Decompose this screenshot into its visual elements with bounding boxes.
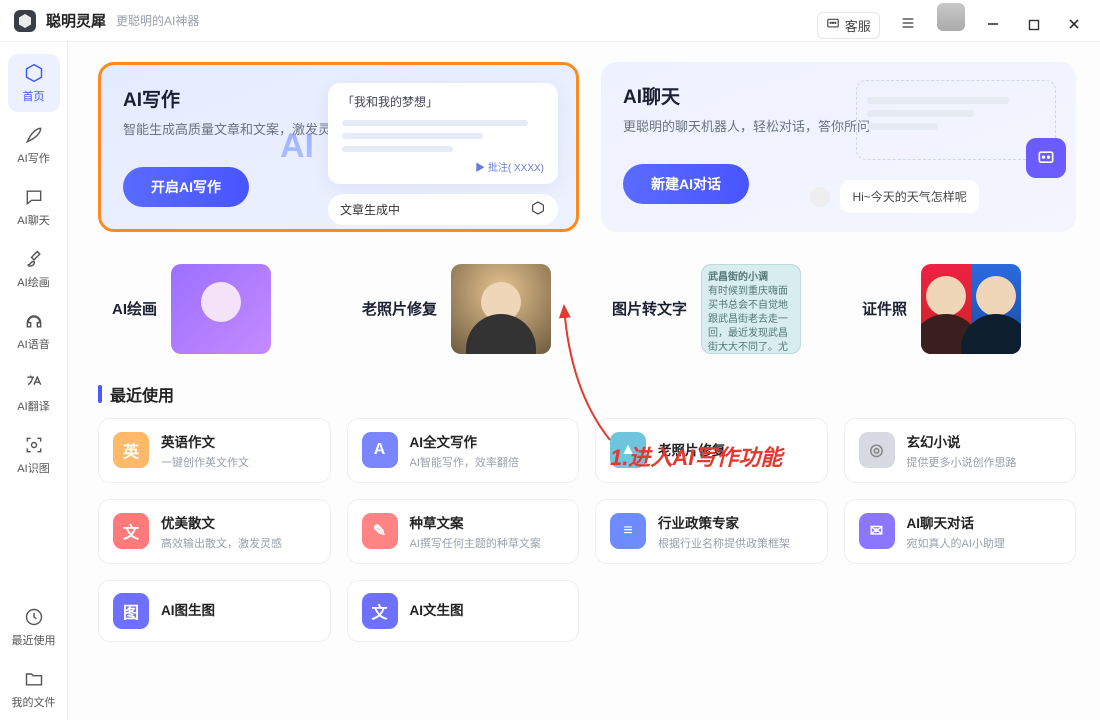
idphoto-thumbnail — [921, 264, 1021, 354]
menu-button[interactable] — [896, 11, 920, 35]
preview-note: ▶ 批注( XXXX) — [342, 159, 544, 174]
policy-expert-icon: ≡ — [610, 513, 646, 549]
sidebar: 首页 AI写作 AI聊天 AI绘画 AI语音 AI翻译 AI识图 最近使用 我的… — [0, 42, 68, 720]
chat-user-bubble: Hi~今天的天气怎样呢 — [840, 180, 978, 213]
sidebar-item-label: AI绘画 — [17, 274, 49, 290]
app-tagline: 更聪明的AI神器 — [116, 12, 199, 29]
sidebar-item-label: AI写作 — [17, 150, 49, 166]
fantasy-novel-icon: ◎ — [859, 432, 895, 468]
generation-status: 文章生成中 — [328, 194, 558, 225]
preview-doc-title: 「我和我的梦想」 — [342, 93, 544, 110]
user-avatar[interactable] — [937, 3, 965, 31]
tool-title: 证件照 — [862, 298, 907, 319]
tool-idphoto-card[interactable]: 证件照 — [848, 250, 1076, 368]
photo-thumbnail — [451, 264, 551, 354]
app-name: 聪明灵犀 — [46, 10, 106, 31]
sidebar-item-ocr[interactable]: AI识图 — [8, 426, 60, 484]
hex-icon — [530, 200, 546, 219]
sidebar-item-label: 首页 — [23, 88, 45, 104]
ai-watermark: AI — [280, 127, 314, 166]
photo-restore-icon: ▲ — [610, 432, 646, 468]
home-icon — [23, 62, 45, 84]
recent-heading: 最近使用 — [98, 382, 1076, 406]
sidebar-item-label: AI翻译 — [17, 398, 49, 414]
recent-item[interactable]: 图AI图生图 — [98, 580, 331, 642]
sidebar-item-label: 最近使用 — [12, 632, 56, 648]
tool-title: 老照片修复 — [362, 298, 437, 319]
clock-icon — [23, 606, 45, 628]
sidebar-item-label: AI聊天 — [17, 212, 49, 228]
grass-copy-icon: ✎ — [362, 513, 398, 549]
chat-preview: Hi~今天的天气怎样呢 你好呀，今天天气晴朗… — [810, 76, 1060, 232]
ocr-thumbnail: 武昌街的小调 有时候到重庆嗨面买书总会不自觉地跟武昌街老去走一回，最近发现武昌街… — [701, 264, 801, 354]
write-preview: AI 「我和我的梦想」 ▶ 批注( XXXX) 文章生成中 — [328, 83, 558, 209]
translate-icon — [23, 372, 45, 394]
recent-item[interactable]: AAI全文写作AI智能写作，效率翻倍 — [347, 418, 580, 483]
minimize-button[interactable] — [981, 12, 1005, 36]
recent-item[interactable]: 文AI文生图 — [347, 580, 580, 642]
user-mini-avatar — [810, 187, 830, 207]
recent-item[interactable]: 英英语作文一键创作英文作文 — [98, 418, 331, 483]
txt2img-icon: 文 — [362, 593, 398, 629]
main-content: AI写作 智能生成高质量文章和文案，激发灵感，效率飙升~ 开启AI写作 AI 「… — [68, 42, 1100, 720]
sidebar-item-label: AI语音 — [17, 336, 49, 352]
tool-title: AI绘画 — [112, 298, 157, 319]
sidebar-item-recent[interactable]: 最近使用 — [8, 598, 60, 656]
recent-item[interactable]: 文优美散文高效输出散文，激发灵感 — [98, 499, 331, 564]
feather-icon — [23, 124, 45, 146]
close-button[interactable] — [1062, 12, 1086, 36]
tool-restore-card[interactable]: 老照片修复 — [348, 250, 576, 368]
prose-icon: 文 — [113, 513, 149, 549]
drawing-thumbnail — [171, 264, 271, 354]
chat-icon — [826, 17, 840, 34]
sidebar-item-label: 我的文件 — [12, 694, 56, 710]
folder-icon — [23, 668, 45, 690]
sidebar-item-voice[interactable]: AI语音 — [8, 302, 60, 360]
english-essay-icon: 英 — [113, 432, 149, 468]
sidebar-item-draw[interactable]: AI绘画 — [8, 240, 60, 298]
scan-icon — [23, 434, 45, 456]
sidebar-item-label: AI识图 — [17, 460, 49, 476]
tool-ocr-card[interactable]: 图片转文字 武昌街的小调 有时候到重庆嗨面买书总会不自觉地跟武昌街老去走一回，最… — [598, 250, 826, 368]
sidebar-item-chat[interactable]: AI聊天 — [8, 178, 60, 236]
img2img-icon: 图 — [113, 593, 149, 629]
recent-item[interactable]: ✉AI聊天对话宛如真人的AI小助理 — [844, 499, 1077, 564]
tool-title: 图片转文字 — [612, 298, 687, 319]
recent-item[interactable]: ◎玄幻小说提供更多小说创作思路 — [844, 418, 1077, 483]
new-chat-button[interactable]: 新建AI对话 — [623, 164, 749, 204]
sidebar-item-home[interactable]: 首页 — [8, 54, 60, 112]
start-write-button[interactable]: 开启AI写作 — [123, 167, 249, 207]
chat-bubble-icon — [23, 186, 45, 208]
chat-fab-icon — [1026, 138, 1066, 178]
brush-icon — [23, 248, 45, 270]
ai-chat-icon: ✉ — [859, 513, 895, 549]
sidebar-item-files[interactable]: 我的文件 — [8, 660, 60, 718]
support-label: 客服 — [845, 16, 871, 35]
recent-item[interactable]: ▲老照片修复 — [595, 418, 828, 483]
headphones-icon — [23, 310, 45, 332]
app-logo — [14, 10, 36, 32]
title-bar: 聪明灵犀 更聪明的AI神器 客服 — [0, 0, 1100, 42]
sidebar-item-translate[interactable]: AI翻译 — [8, 364, 60, 422]
maximize-button[interactable] — [1022, 13, 1046, 37]
full-write-icon: A — [362, 432, 398, 468]
support-button[interactable]: 客服 — [817, 12, 880, 39]
hero-chat-card[interactable]: AI聊天 更聪明的聊天机器人，轻松对话，答你所问~ 新建AI对话 Hi~今天的天… — [601, 62, 1076, 232]
tool-draw-card[interactable]: AI绘画 — [98, 250, 326, 368]
sidebar-item-write[interactable]: AI写作 — [8, 116, 60, 174]
recent-item[interactable]: ≡行业政策专家根据行业名称提供政策框架 — [595, 499, 828, 564]
hero-write-card[interactable]: AI写作 智能生成高质量文章和文案，激发灵感，效率飙升~ 开启AI写作 AI 「… — [98, 62, 579, 232]
recent-item[interactable]: ✎种草文案AI撰写任何主题的种草文案 — [347, 499, 580, 564]
